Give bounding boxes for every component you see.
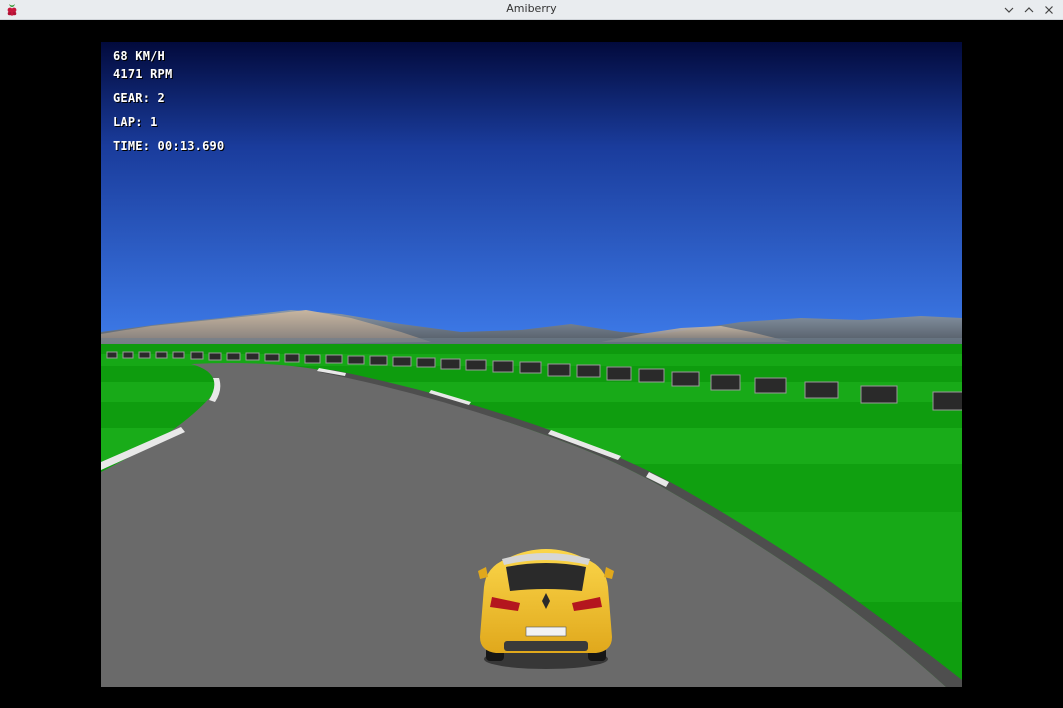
hud-speed: 68 KM/H	[113, 49, 165, 63]
game-viewport[interactable]: 68 KM/H 4171 RPM GEAR: 2 LAP: 1 TIME: 00…	[101, 42, 962, 687]
close-icon[interactable]	[1039, 0, 1059, 20]
sky	[101, 42, 962, 342]
window-titlebar: Amiberry	[0, 0, 1063, 20]
minimize-icon[interactable]	[999, 0, 1019, 20]
hud-lap: LAP: 1	[113, 115, 158, 129]
player-car	[478, 549, 614, 669]
hud-time: TIME: 00:13.690	[113, 139, 225, 153]
maximize-icon[interactable]	[1019, 0, 1039, 20]
window-title: Amiberry	[506, 2, 557, 15]
hud-gear: GEAR: 2	[113, 91, 165, 105]
race-scene	[101, 42, 962, 687]
hud-rpm: 4171 RPM	[113, 67, 173, 81]
